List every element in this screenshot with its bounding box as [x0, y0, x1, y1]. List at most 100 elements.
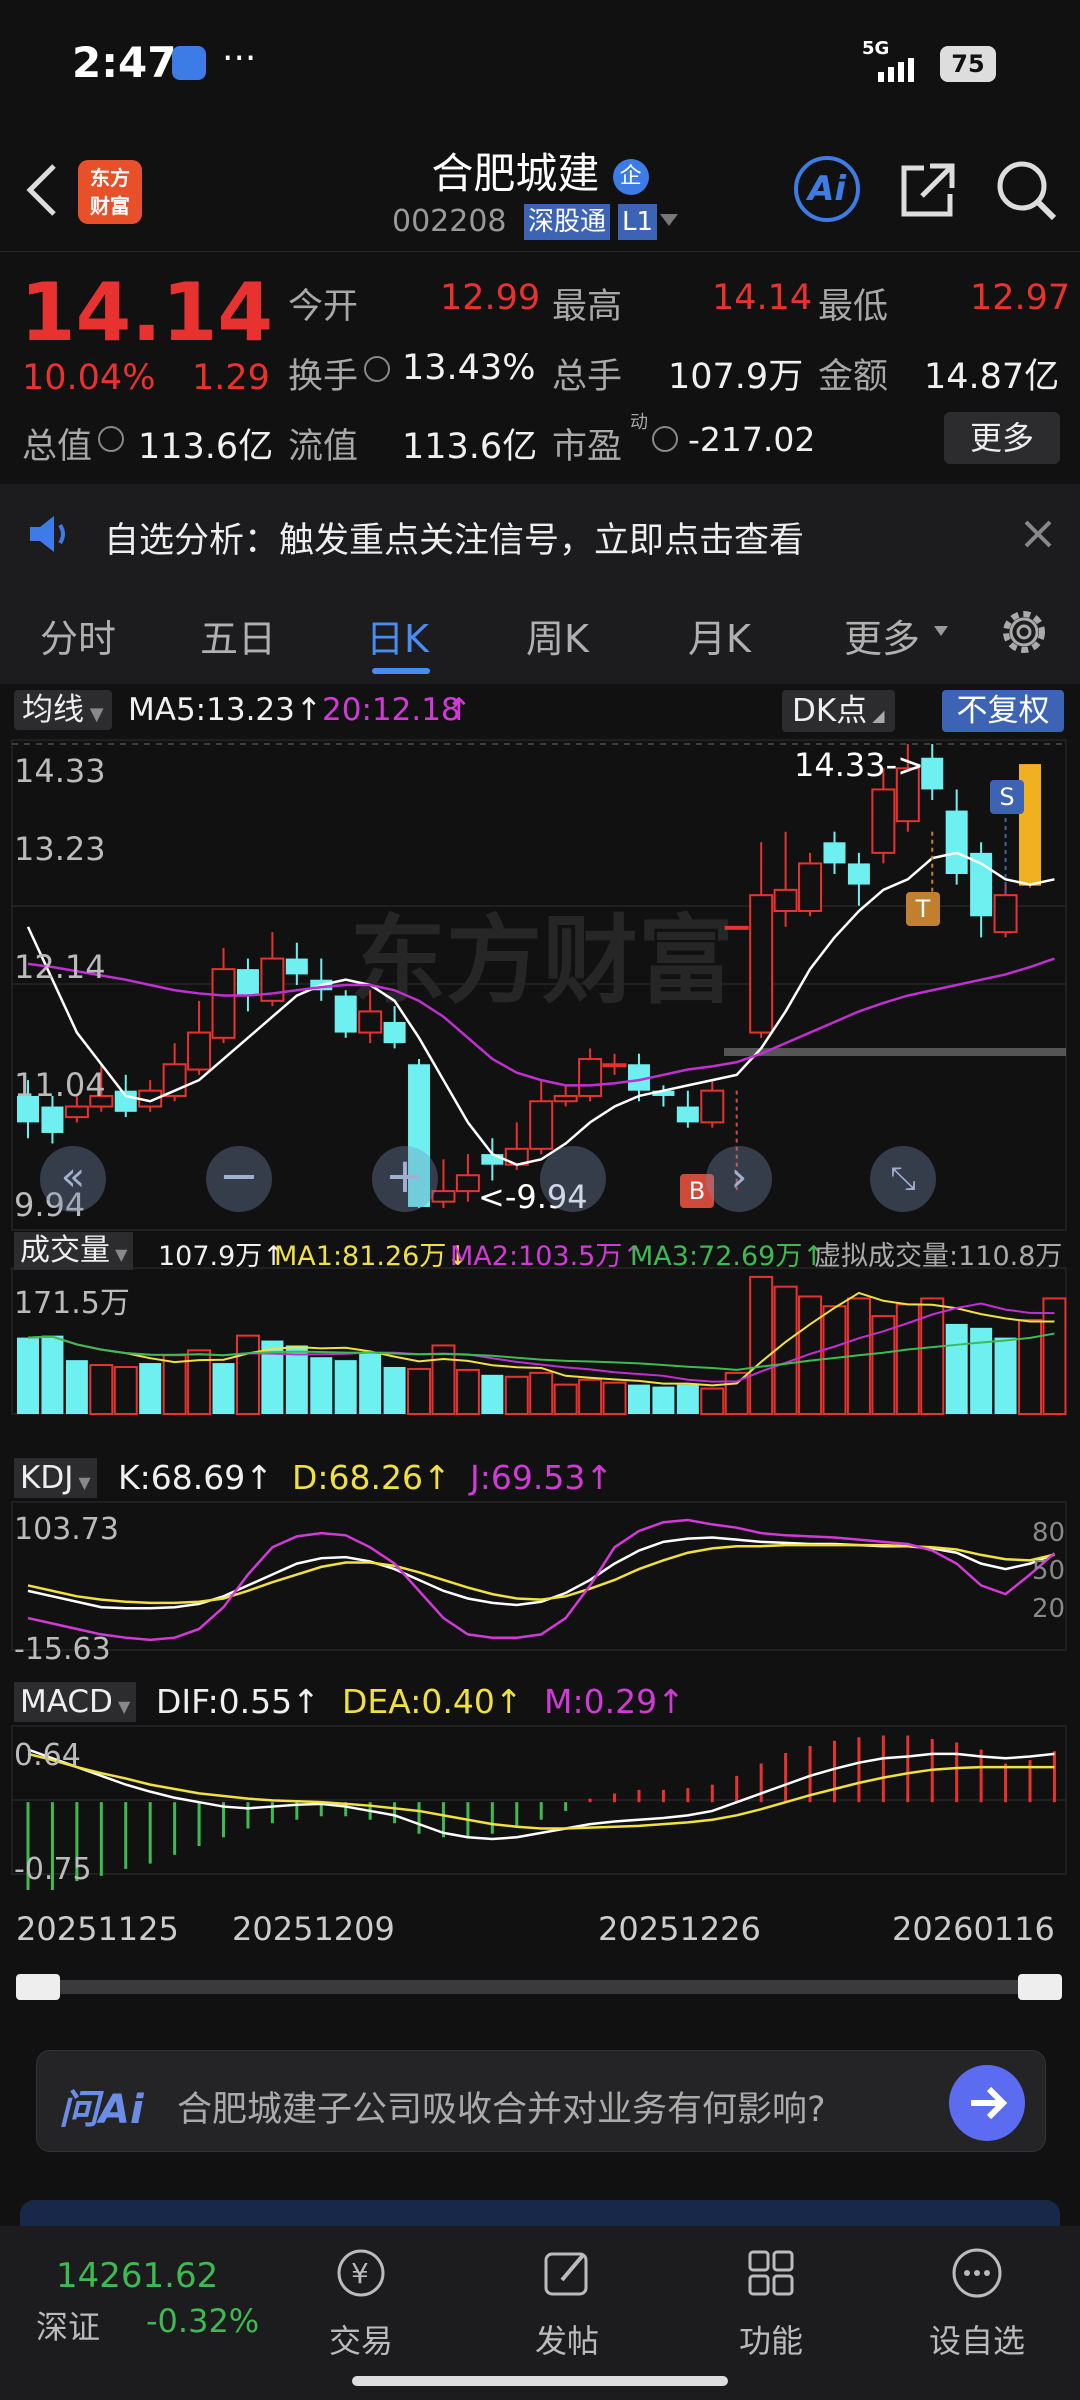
svg-text:¥: ¥ [351, 2257, 369, 2290]
candle-body [383, 1021, 406, 1044]
range-handle-right[interactable] [1018, 1974, 1062, 2000]
volume-bar [970, 1327, 993, 1414]
candle-body [529, 1100, 554, 1150]
ma20-arrow-icon: ↑ [446, 692, 472, 728]
adjust-mode-button[interactable]: 不复权 [942, 690, 1064, 732]
share-icon[interactable] [898, 160, 958, 220]
candle-body [676, 1106, 699, 1123]
volume-bar [602, 1381, 627, 1415]
kline-svg[interactable]: 东方财富 [0, 684, 1080, 2004]
kdj-label: KDJ [20, 1460, 74, 1496]
volume-selector[interactable]: 成交量 ▼ [14, 1232, 134, 1270]
tab-daily-k[interactable]: 日K [366, 608, 429, 663]
float-cap-value: 113.6亿 [402, 427, 538, 467]
market-cap-info-icon[interactable] [98, 426, 124, 452]
low-value: 12.97 [970, 278, 1071, 318]
macd-dea-value: DEA:0.40↑ [342, 1682, 523, 1721]
nav-post[interactable]: 发帖 [492, 2246, 642, 2362]
network-type: 5G [862, 38, 890, 59]
hk-connect-tag: 深股通 [524, 204, 611, 240]
t-marker[interactable]: T [906, 892, 940, 926]
tab-more[interactable]: 更多 [844, 608, 920, 663]
ma5-arrow-icon: ↑ [296, 692, 322, 728]
candle-body [749, 894, 774, 1034]
trade-yen-icon: ¥ [337, 2249, 385, 2297]
candle-body [431, 1190, 456, 1203]
ma20-value: 20:12.18 [322, 692, 461, 728]
high-value: 14.14 [712, 278, 813, 318]
nav-functions[interactable]: 功能 [696, 2246, 846, 2362]
low-label: 最低 [818, 287, 889, 327]
scroll-left-icon[interactable]: « [40, 1146, 106, 1212]
sell-marker[interactable]: S [990, 780, 1024, 814]
tab-intraday[interactable]: 分时 [40, 608, 116, 663]
ai-icon[interactable]: Ai [794, 156, 860, 222]
tab-five-day[interactable]: 五日 [200, 608, 276, 663]
kdj-j-value: J:69.53↑ [470, 1458, 613, 1497]
volume-bar [113, 1365, 138, 1415]
more-dots-icon [952, 2248, 1002, 2298]
volume-bar [65, 1360, 88, 1414]
volume-value: 107.9万 [668, 357, 804, 397]
dk-point-button[interactable]: DK点 ◢ [782, 690, 895, 732]
price-axis-label: 14.33 [14, 752, 106, 790]
volume-bar [1042, 1297, 1067, 1416]
indicator-selector[interactable]: 均线 ▼ [14, 690, 112, 730]
macd-label: MACD [20, 1684, 113, 1720]
zoom-in-icon[interactable]: + [372, 1146, 438, 1212]
index-name[interactable]: 深证 [36, 2302, 100, 2348]
kdj-d-value: D:68.26↑ [292, 1458, 451, 1497]
code-dropdown-icon[interactable] [660, 214, 678, 226]
kdj-ref-50: 50 [1032, 1556, 1066, 1586]
volume-bar [529, 1371, 554, 1415]
volume-bar [504, 1375, 529, 1415]
volume-value: 107.9万↑ [158, 1241, 285, 1272]
candle-body [64, 1105, 89, 1119]
range-handle-left[interactable] [16, 1974, 60, 2000]
macd-selector[interactable]: MACD ▼ [14, 1682, 137, 1722]
zoom-out-icon[interactable]: − [206, 1146, 272, 1212]
nav-add-watchlist[interactable]: 设自选 [902, 2246, 1052, 2362]
tab-weekly-k[interactable]: 周K [526, 608, 589, 663]
pe-info-icon[interactable] [652, 426, 678, 452]
reset-view-icon[interactable] [540, 1146, 606, 1212]
fullscreen-icon[interactable]: ⤡ [870, 1146, 936, 1212]
chart-settings-gear-icon[interactable] [998, 606, 1050, 658]
range-scrollbar[interactable] [18, 1980, 1062, 1994]
kline-chart-area[interactable]: 东方财富 均线 ▼ MA5:13.23 ↑ 20:12.18 ↑ DK点 ◢ 不… [0, 684, 1080, 2004]
turnover-info-icon[interactable] [364, 356, 390, 382]
candle-body [773, 888, 798, 912]
index-value[interactable]: 14261.62 [56, 2256, 218, 2296]
macd-axis-top: 0.64 [14, 1738, 81, 1773]
arrow-right-icon [971, 2086, 1008, 2120]
date-label: 20251226 [598, 1910, 761, 1948]
ask-ai-bar[interactable]: 问Ai 合肥城建子公司吸收合并对业务有何影响? [36, 2050, 1046, 2152]
volume-bar [162, 1354, 187, 1416]
volume-bar [627, 1384, 650, 1414]
volume-bar [920, 1297, 945, 1416]
volume-bar [676, 1384, 699, 1414]
volume-ma3: MA3:72.69万↑ [630, 1241, 825, 1272]
index-change[interactable]: -0.32% [146, 2302, 259, 2340]
ask-ai-send-button[interactable] [949, 2065, 1025, 2141]
volume-bar [798, 1295, 823, 1416]
candle-body [798, 862, 823, 912]
analysis-banner[interactable]: 自选分析：触发重点关注信号，立即点击查看 [0, 484, 1080, 584]
close-icon[interactable] [1022, 518, 1054, 550]
amount-value: 14.87亿 [924, 357, 1060, 397]
tab-more-caret-icon [934, 626, 948, 636]
kdj-selector[interactable]: KDJ ▼ [14, 1458, 97, 1498]
volume-bar [334, 1360, 357, 1414]
more-button[interactable]: 更多 [944, 412, 1060, 464]
scroll-right-icon[interactable]: › [706, 1146, 772, 1212]
kdj-k-line [27, 1536, 1055, 1610]
volume-bar [773, 1285, 798, 1415]
candle-body [41, 1106, 64, 1133]
nav-trade[interactable]: ¥ 交易 [286, 2246, 436, 2362]
volume-bar [749, 1275, 774, 1415]
search-icon[interactable] [994, 158, 1058, 222]
tab-monthly-k[interactable]: 月K [688, 608, 751, 663]
candle-body [823, 842, 846, 864]
price-axis-label: 13.23 [14, 830, 106, 868]
status-bar: 2:47 ··· 5G 75 [0, 0, 1080, 130]
